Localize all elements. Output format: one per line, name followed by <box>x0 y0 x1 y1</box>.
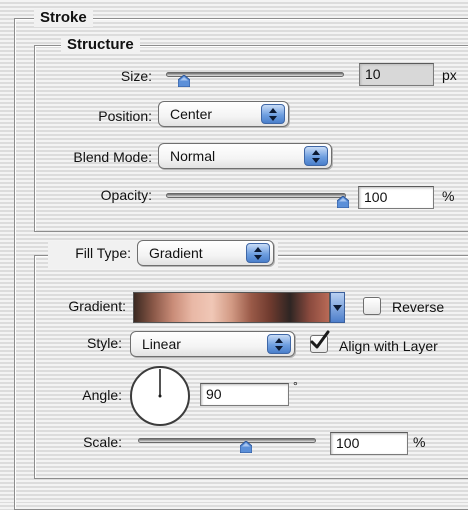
up-down-arrows-icon <box>304 146 328 166</box>
structure-group-title: Structure <box>61 36 140 54</box>
align-with-layer-checkbox[interactable] <box>310 330 330 353</box>
style-label: Style: <box>86 335 122 351</box>
angle-dial-icon <box>130 366 190 426</box>
blend-mode-select-value: Normal <box>170 148 216 164</box>
size-input[interactable]: 10 <box>359 63 434 86</box>
fill-type-select-value: Gradient <box>149 245 203 261</box>
blend-mode-label: Blend Mode: <box>73 149 152 165</box>
scale-unit: % <box>413 434 426 450</box>
position-label: Position: <box>98 108 152 124</box>
stroke-group-title: Stroke <box>34 9 93 27</box>
position-select[interactable]: Center <box>158 101 289 127</box>
opacity-label: Opacity: <box>100 187 152 203</box>
size-unit: px <box>442 67 457 83</box>
scale-label: Scale: <box>83 434 122 450</box>
align-with-layer-label: Align with Layer <box>339 338 438 354</box>
opacity-unit: % <box>442 188 455 204</box>
gradient-label: Gradient: <box>68 298 126 314</box>
angle-input[interactable]: 90 <box>200 383 289 406</box>
reverse-label: Reverse <box>392 299 445 315</box>
opacity-input[interactable]: 100 <box>358 186 434 209</box>
opacity-slider-thumb[interactable] <box>336 195 350 209</box>
blend-mode-select[interactable]: Normal <box>158 143 332 169</box>
scale-input[interactable]: 100 <box>330 432 408 455</box>
gradient-swatch[interactable] <box>133 292 330 323</box>
position-select-value: Center <box>170 106 213 122</box>
slider-thumb-icon <box>177 74 191 88</box>
scale-slider-track[interactable] <box>138 438 316 443</box>
style-select[interactable]: Linear <box>130 331 295 357</box>
gradient-picker-button[interactable] <box>330 292 345 323</box>
scale-slider-thumb[interactable] <box>239 440 253 454</box>
opacity-slider-track[interactable] <box>166 193 346 198</box>
fill-type-label: Fill Type: <box>75 245 131 261</box>
reverse-checkbox[interactable] <box>363 297 381 315</box>
angle-unit: ° <box>293 379 298 393</box>
up-down-arrows-icon <box>267 334 291 354</box>
up-down-arrows-icon <box>246 243 270 263</box>
size-label: Size: <box>120 68 152 84</box>
checkmark-icon <box>310 330 330 349</box>
up-down-arrows-icon <box>261 104 285 124</box>
angle-dial[interactable] <box>129 365 191 427</box>
slider-thumb-icon <box>336 195 350 209</box>
style-select-value: Linear <box>142 336 181 352</box>
angle-label: Angle: <box>82 387 122 403</box>
fill-type-select[interactable]: Gradient <box>137 240 274 266</box>
size-slider-thumb[interactable] <box>177 74 191 88</box>
size-slider-track[interactable] <box>166 72 344 77</box>
slider-thumb-icon <box>239 440 253 454</box>
chevron-down-icon <box>333 305 342 311</box>
